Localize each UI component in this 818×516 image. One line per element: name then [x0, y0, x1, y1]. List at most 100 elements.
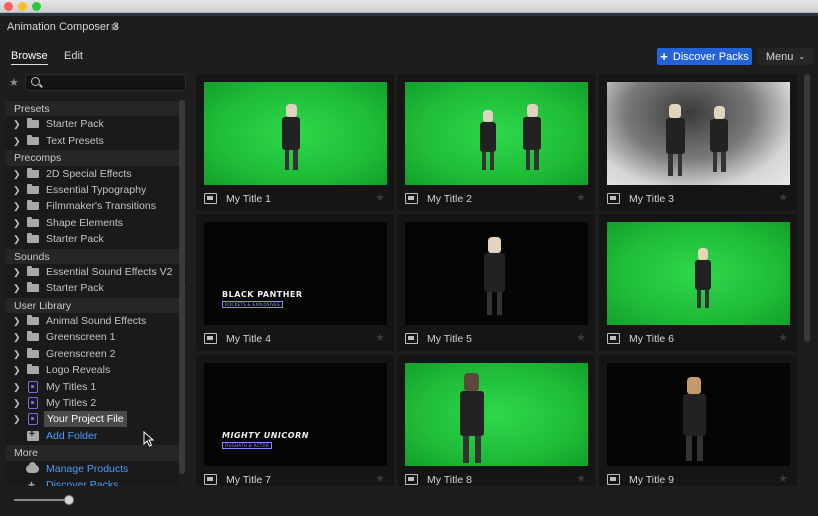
- folder-icon: [27, 315, 39, 326]
- preset-thumbnail[interactable]: [405, 222, 588, 325]
- section-header: User Library: [6, 296, 179, 314]
- preset-card[interactable]: My Title 3 ★: [599, 74, 797, 211]
- favorite-star-icon[interactable]: ★: [778, 331, 788, 344]
- favorite-star-icon[interactable]: ★: [375, 472, 385, 485]
- character-leg: [668, 154, 673, 176]
- preset-title: My Title 4: [226, 333, 271, 345]
- tree-item[interactable]: ❯ Animal Sound Effects: [6, 313, 179, 330]
- tree-item[interactable]: ❯ My Titles 2: [6, 395, 179, 412]
- preset-thumbnail[interactable]: BLACK PANTHER ROCKETS & EXPLOSIVES: [204, 222, 387, 325]
- tree-item[interactable]: ❯ Starter Pack: [6, 231, 179, 248]
- preset-thumbnail[interactable]: [204, 82, 387, 185]
- chevron-right-icon[interactable]: ❯: [13, 379, 21, 395]
- chevron-right-icon[interactable]: ❯: [13, 362, 21, 378]
- discover-packs-link[interactable]: Discover Packs: [46, 477, 118, 486]
- character-leg: [712, 152, 717, 172]
- character-leg: [462, 436, 469, 463]
- preset-thumbnail[interactable]: MIGHTY UNICORN OUGHATH & ACTOR: [204, 363, 387, 466]
- folder-icon: [27, 200, 39, 211]
- preset-card[interactable]: MIGHTY UNICORN OUGHATH & ACTOR My Title 7 ★: [196, 355, 394, 486]
- slider-track[interactable]: [14, 499, 70, 501]
- favorite-star-icon[interactable]: ★: [375, 331, 385, 344]
- character-leg: [482, 152, 486, 170]
- thumbnail-size-slider[interactable]: [14, 495, 74, 505]
- chevron-right-icon[interactable]: ❯: [13, 182, 21, 198]
- chevron-right-icon[interactable]: ❯: [13, 231, 21, 247]
- preset-card[interactable]: My Title 6 ★: [599, 214, 797, 351]
- film-icon: [405, 474, 418, 485]
- favorite-star-icon[interactable]: ★: [576, 472, 586, 485]
- search-input[interactable]: [46, 75, 184, 90]
- discover-packs-button[interactable]: + Discover Packs: [657, 48, 752, 65]
- sidebar-scrollbar[interactable]: [179, 100, 185, 474]
- tab-edit[interactable]: Edit: [64, 50, 83, 62]
- preset-thumbnail[interactable]: [607, 363, 790, 466]
- tree-item[interactable]: ❯ 2D Special Effects: [6, 165, 179, 182]
- close-window-icon[interactable]: [4, 2, 13, 11]
- film-icon: [204, 333, 217, 344]
- tree-item[interactable]: ❯ Greenscreen 1: [6, 329, 179, 346]
- preset-card[interactable]: My Title 9 ★: [599, 355, 797, 486]
- chevron-right-icon[interactable]: ❯: [13, 280, 21, 296]
- tree-item[interactable]: ❯ Shape Elements: [6, 214, 179, 232]
- tree-item[interactable]: ❯ Essential Typography: [6, 181, 179, 199]
- character-leg: [525, 150, 530, 170]
- chevron-right-icon[interactable]: ❯: [13, 133, 21, 149]
- preset-card[interactable]: BLACK PANTHER ROCKETS & EXPLOSIVES My Titl…: [196, 214, 394, 351]
- tree-item[interactable]: ❯ Filmmaker's Transitions: [6, 198, 179, 215]
- preset-title: My Title 3: [629, 193, 674, 205]
- chevron-right-icon[interactable]: ❯: [13, 329, 21, 345]
- character-head: [464, 373, 479, 391]
- film-icon: [607, 333, 620, 344]
- chevron-right-icon[interactable]: ❯: [13, 411, 21, 427]
- grid-scrollbar[interactable]: [804, 74, 810, 342]
- tree-item[interactable]: ❯ Starter Pack: [6, 116, 179, 133]
- chevron-right-icon[interactable]: ❯: [13, 346, 21, 362]
- favorite-star-icon[interactable]: ★: [778, 191, 788, 204]
- chevron-right-icon[interactable]: ❯: [13, 313, 21, 329]
- menu-button[interactable]: Menu ⌄: [758, 48, 813, 65]
- folder-icon: [27, 331, 39, 342]
- chevron-right-icon[interactable]: ❯: [13, 166, 21, 182]
- preset-thumbnail[interactable]: [607, 222, 790, 325]
- chevron-right-icon[interactable]: ❯: [13, 215, 21, 231]
- panel-menu-icon[interactable]: ≡: [111, 20, 118, 34]
- manage-products-row[interactable]: Manage Products: [6, 460, 179, 477]
- preset-title: My Title 7: [226, 474, 271, 486]
- favorites-star-icon[interactable]: ★: [9, 76, 19, 89]
- favorite-star-icon[interactable]: ★: [778, 472, 788, 485]
- preset-card-footer: My Title 4 ★: [204, 331, 387, 347]
- favorite-star-icon[interactable]: ★: [576, 191, 586, 204]
- tree-item[interactable]: ❯ My Titles 1: [6, 378, 179, 396]
- preset-card[interactable]: My Title 1 ★: [196, 74, 394, 211]
- minimize-window-icon[interactable]: [18, 2, 27, 11]
- tree-item[interactable]: ❯ Logo Reveals: [6, 362, 179, 379]
- favorite-star-icon[interactable]: ★: [375, 191, 385, 204]
- add-folder-link[interactable]: Add Folder: [46, 428, 97, 444]
- zoom-window-icon[interactable]: [32, 2, 41, 11]
- tree-item[interactable]: ❯ Greenscreen 2: [6, 345, 179, 363]
- tree-item[interactable]: ❯ Text Presets: [6, 132, 179, 150]
- panel-resize-handle[interactable]: · · ·: [189, 267, 192, 285]
- preset-thumbnail[interactable]: [607, 82, 790, 185]
- tree-item[interactable]: ❯ Starter Pack: [6, 280, 179, 297]
- preset-card[interactable]: My Title 8 ★: [397, 355, 595, 486]
- tree-item[interactable]: ❯ Essential Sound Effects V2: [6, 263, 179, 281]
- chevron-right-icon[interactable]: ❯: [13, 264, 21, 280]
- search-box[interactable]: [25, 74, 186, 91]
- chevron-right-icon[interactable]: ❯: [13, 395, 21, 411]
- preset-card[interactable]: My Title 2 ★: [397, 74, 595, 211]
- preset-thumbnail[interactable]: [405, 363, 588, 466]
- chevron-right-icon[interactable]: ❯: [13, 116, 21, 132]
- manage-products-link[interactable]: Manage Products: [46, 461, 128, 477]
- slider-knob[interactable]: [64, 495, 74, 505]
- preset-card-footer: My Title 7 ★: [204, 472, 387, 486]
- chevron-right-icon[interactable]: ❯: [13, 198, 21, 214]
- sidebar-scrollbar-thumb[interactable]: [179, 100, 185, 474]
- discover-packs-row[interactable]: + Discover Packs: [6, 476, 179, 486]
- favorite-star-icon[interactable]: ★: [576, 331, 586, 344]
- tree-item[interactable]: ❯ Your Project File: [6, 411, 179, 428]
- preset-thumbnail[interactable]: [405, 82, 588, 185]
- tab-browse[interactable]: Browse: [11, 50, 48, 65]
- preset-card[interactable]: My Title 5 ★: [397, 214, 595, 351]
